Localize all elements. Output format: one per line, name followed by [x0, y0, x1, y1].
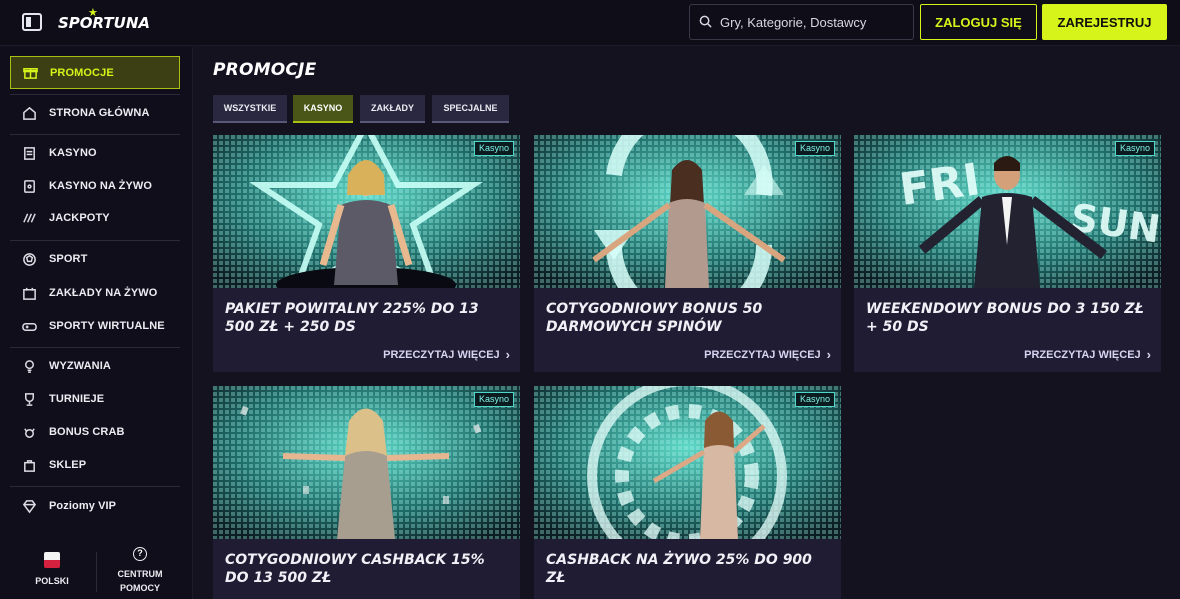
sidebar-item-label: Poziomy VIP — [49, 500, 117, 512]
promo-card[interactable]: Kasyno CASHBACK NA ŻYWO 25% DO 900 ZŁ — [534, 386, 841, 599]
promo-image: FRI SUN Kasyno — [854, 135, 1161, 288]
chevron-right-icon: › — [505, 347, 510, 362]
help-center-link[interactable]: ? CENTRUM POMOCY — [110, 547, 170, 595]
sidebar-item-label: WYZWANIA — [49, 360, 111, 372]
footer-divider — [96, 552, 97, 592]
sidebar-item-sporty-wirtualne[interactable]: SPORTY WIRTUALNE — [10, 311, 180, 341]
read-more-link[interactable]: PRZECZYTAJ WIĘCEJ › — [383, 347, 510, 362]
sidebar-item-label: SPORTY WIRTUALNE — [49, 320, 165, 332]
sidebar-item-label: SPORT — [49, 253, 88, 265]
read-more-link[interactable]: PRZECZYTAJ WIĘCEJ › — [704, 347, 831, 362]
sidebar-item-bonus-crab[interactable]: BONUS CRAB — [10, 417, 180, 447]
register-button[interactable]: ZAREJESTRUJ — [1042, 4, 1167, 40]
sidebar-divider — [10, 347, 180, 348]
logo-text: SPORTUNA — [58, 14, 150, 32]
live-casino-icon — [21, 178, 37, 194]
sidebar-item-label: TURNIEJE — [49, 393, 105, 405]
chevron-right-icon: › — [1146, 347, 1151, 362]
sidebar-item-jackpoty[interactable]: JACKPOTY — [10, 203, 180, 233]
sidebar-item-label: BONUS CRAB — [49, 426, 125, 438]
casino-icon — [21, 145, 37, 161]
promo-image: Kasyno — [213, 135, 520, 288]
promo-card[interactable]: FRI SUN Kasyno WEEKENDOWY BONUS DO 3 150… — [854, 135, 1161, 372]
diamond-icon — [21, 498, 37, 514]
sidebar-item-label: STRONA GŁÓWNA — [49, 107, 150, 119]
category-badge: Kasyno — [794, 141, 835, 156]
promo-title: WEEKENDOWY BONUS DO 3 150 ZŁ + 50 DS — [866, 301, 1144, 335]
gamepad-icon — [21, 318, 37, 334]
sidebar-item-turnieje[interactable]: TURNIEJE — [10, 384, 180, 414]
sidebar-divider — [10, 486, 180, 487]
trophy-icon — [21, 391, 37, 407]
login-button[interactable]: ZALOGUJ SIĘ — [920, 4, 1037, 40]
promo-title: CASHBACK NA ŻYWO 25% DO 900 ZŁ — [546, 552, 812, 586]
promo-title: PAKIET POWITALNY 225% DO 13 500 ZŁ + 250… — [225, 301, 479, 335]
promo-card[interactable]: Kasyno COTYGODNIOWY BONUS 50 DARMOWYCH S… — [534, 135, 841, 372]
sidebar-item-kasyno-na-zywo[interactable]: KASYNO NA ŻYWO — [10, 171, 180, 201]
question-icon: ? — [133, 547, 147, 561]
gift-icon — [22, 65, 38, 81]
help-label-line2: POMOCY — [119, 583, 160, 593]
help-label-line1: CENTRUM — [117, 569, 163, 579]
sidebar-item-label: PROMOCJE — [50, 66, 114, 79]
promo-image: Kasyno — [213, 386, 520, 539]
sidebar: PROMOCJE STRONA GŁÓWNA KASYNO KASYNO NA … — [0, 47, 193, 599]
read-more-link[interactable]: PRZECZYTAJ WIĘCEJ › — [1024, 347, 1151, 362]
sportuna-logo[interactable]: ★ SPORTUNA — [58, 7, 150, 38]
category-badge: Kasyno — [473, 141, 514, 156]
sidebar-item-promocje[interactable]: PROMOCJE — [10, 56, 180, 89]
ball-icon — [21, 251, 37, 267]
sidebar-item-label: SKLEP — [49, 459, 87, 471]
category-badge: Kasyno — [1114, 141, 1155, 156]
poland-flag-icon — [44, 552, 60, 568]
shop-icon — [21, 457, 37, 473]
sidebar-item-sport[interactable]: SPORT — [10, 244, 180, 274]
promo-image: Kasyno — [534, 135, 841, 288]
category-badge: Kasyno — [794, 392, 835, 407]
category-badge: Kasyno — [473, 392, 514, 407]
tab-zaklady[interactable]: ZAKŁADY — [360, 95, 425, 123]
home-icon — [21, 105, 37, 121]
tab-wszystkie[interactable]: WSZYSTKIE — [213, 95, 287, 123]
sidebar-item-label: KASYNO — [49, 147, 97, 159]
sidebar-divider — [10, 134, 180, 135]
sidebar-item-wyzwania[interactable]: WYZWANIA — [10, 351, 180, 381]
sidebar-item-sklep[interactable]: SKLEP — [10, 450, 180, 480]
tab-kasyno[interactable]: KASYNO — [293, 95, 353, 123]
language-label: POLSKI — [35, 576, 69, 586]
sidebar-item-zaklady-na-zywo[interactable]: ZAKŁADY NA ŻYWO — [10, 278, 180, 308]
promo-image: Kasyno — [534, 386, 841, 539]
sidebar-item-label: JACKPOTY — [49, 212, 110, 224]
lightbulb-icon — [21, 358, 37, 374]
sidebar-item-poziomy-vip[interactable]: Poziomy VIP — [10, 491, 180, 521]
search-box[interactable] — [689, 4, 914, 40]
promo-title: COTYGODNIOWY CASHBACK 15% DO 13 500 ZŁ — [225, 552, 485, 586]
promo-card[interactable]: Kasyno COTYGODNIOWY CASHBACK 15% DO 13 5… — [213, 386, 520, 599]
tab-specjalne[interactable]: SPECJALNE — [432, 95, 509, 123]
sidebar-item-kasyno[interactable]: KASYNO — [10, 138, 180, 168]
jackpot-icon — [21, 210, 37, 226]
chevron-right-icon: › — [826, 347, 831, 362]
top-header: ★ SPORTUNA ZALOGUJ SIĘ ZAREJESTRUJ — [0, 0, 1180, 46]
search-icon — [699, 15, 712, 28]
read-more-label: PRZECZYTAJ WIĘCEJ — [704, 348, 821, 361]
promo-title: COTYGODNIOWY BONUS 50 DARMOWYCH SPINÓW — [546, 301, 763, 335]
sidebar-item-label: ZAKŁADY NA ŻYWO — [49, 287, 158, 299]
crab-icon — [21, 424, 37, 440]
read-more-label: PRZECZYTAJ WIĘCEJ — [383, 348, 500, 361]
page-title: PROMOCJE — [213, 60, 317, 80]
sidebar-item-label: KASYNO NA ŻYWO — [49, 180, 153, 192]
read-more-label: PRZECZYTAJ WIĘCEJ — [1024, 348, 1141, 361]
language-selector[interactable]: POLSKI — [22, 552, 82, 588]
search-input[interactable] — [720, 5, 910, 39]
promo-card[interactable]: Kasyno PAKIET POWITALNY 225% DO 13 500 Z… — [213, 135, 520, 372]
live-bet-icon — [21, 285, 37, 301]
sidebar-divider — [10, 94, 180, 95]
sidebar-item-home[interactable]: STRONA GŁÓWNA — [10, 98, 180, 128]
sidebar-toggle-icon[interactable] — [22, 13, 42, 31]
sidebar-divider — [10, 240, 180, 241]
